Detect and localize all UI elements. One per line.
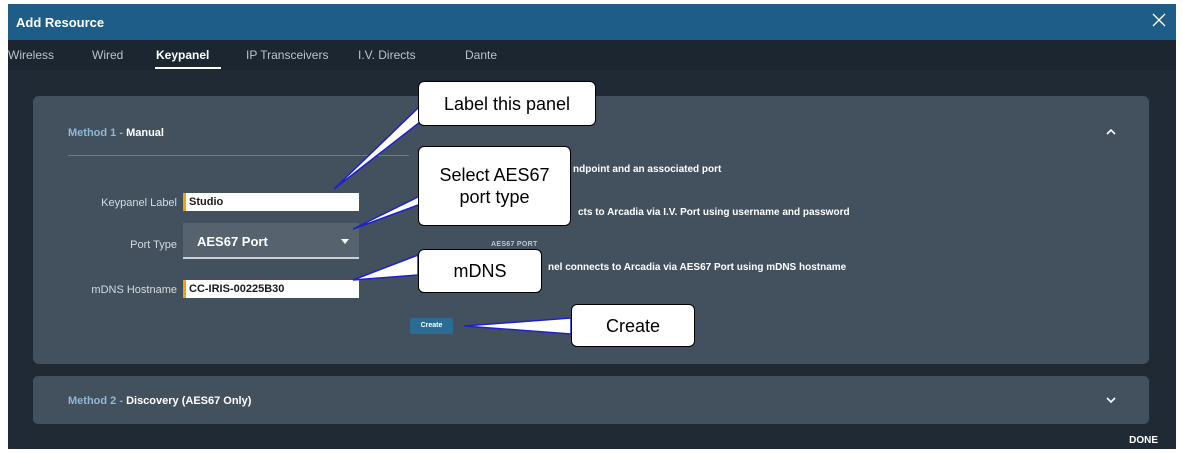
method1-prefix: Method 1 - — [68, 127, 123, 139]
resource-tabs: Wireless Wired Keypanel IP Transceivers … — [8, 40, 1176, 70]
port-type-value: AES67 Port — [197, 234, 268, 249]
method2-name: Discovery (AES67 Only) — [126, 395, 252, 407]
aes67-port-section-tag: AES67 PORT — [491, 241, 538, 248]
method1-header[interactable]: Method 1 - Manual — [68, 127, 164, 139]
method-description-1: ndpoint and an associated port — [573, 164, 722, 175]
dialog-title-bar: Add Resource — [8, 4, 1176, 40]
active-tab-indicator — [155, 67, 221, 69]
tab-wireless[interactable]: Wireless — [8, 48, 54, 62]
method-description-3: nel connects to Arcadia via AES67 Port u… — [548, 262, 847, 273]
callout-create: Create — [571, 304, 695, 347]
callout-select-port-line1: Select AES67 — [439, 165, 550, 185]
callout-create-text: Create — [605, 315, 661, 336]
callout-mdns-text: mDNS — [453, 261, 507, 281]
mdns-hostname-input[interactable] — [183, 280, 359, 298]
port-type-select[interactable]: AES67 Port — [183, 223, 359, 259]
method2-prefix: Method 2 - — [68, 395, 123, 407]
callout-select-port-type: Select AES67 port type — [418, 146, 571, 226]
method-description-2: cts to Arcadia via I.V. Port using usern… — [578, 207, 850, 218]
chevron-up-icon[interactable] — [1105, 128, 1117, 136]
callout-mdns: mDNS — [418, 249, 542, 293]
callout-label-panel-text: Label this panel — [443, 93, 571, 114]
tab-iv-directs[interactable]: I.V. Directs — [358, 48, 416, 62]
add-resource-dialog: Add Resource Wireless Wired Keypanel IP … — [8, 4, 1176, 449]
tab-ip-transceivers[interactable]: IP Transceivers — [246, 48, 328, 62]
method2-header[interactable]: Method 2 - Discovery (AES67 Only) — [68, 395, 251, 407]
method1-divider — [68, 155, 409, 156]
done-button[interactable]: DONE — [1129, 435, 1158, 446]
method2-panel[interactable]: Method 2 - Discovery (AES67 Only) — [33, 376, 1149, 424]
close-icon[interactable] — [1152, 13, 1166, 27]
chevron-down-icon[interactable] — [1105, 396, 1117, 404]
keypanel-label-input[interactable] — [183, 193, 359, 211]
tab-keypanel[interactable]: Keypanel — [156, 48, 209, 62]
tab-wired[interactable]: Wired — [92, 48, 123, 62]
tab-dante[interactable]: Dante — [465, 48, 497, 62]
mdns-hostname-label: mDNS Hostname — [91, 284, 177, 296]
keypanel-label-label: Keypanel Label — [101, 197, 177, 209]
dropdown-caret-icon — [341, 239, 349, 244]
callout-select-port-line2: port type — [459, 187, 530, 207]
method1-name: Manual — [126, 127, 164, 139]
create-button[interactable]: Create — [410, 318, 453, 334]
dialog-title: Add Resource — [16, 15, 105, 30]
callout-label-panel: Label this panel — [418, 81, 596, 126]
port-type-label: Port Type — [130, 239, 177, 251]
